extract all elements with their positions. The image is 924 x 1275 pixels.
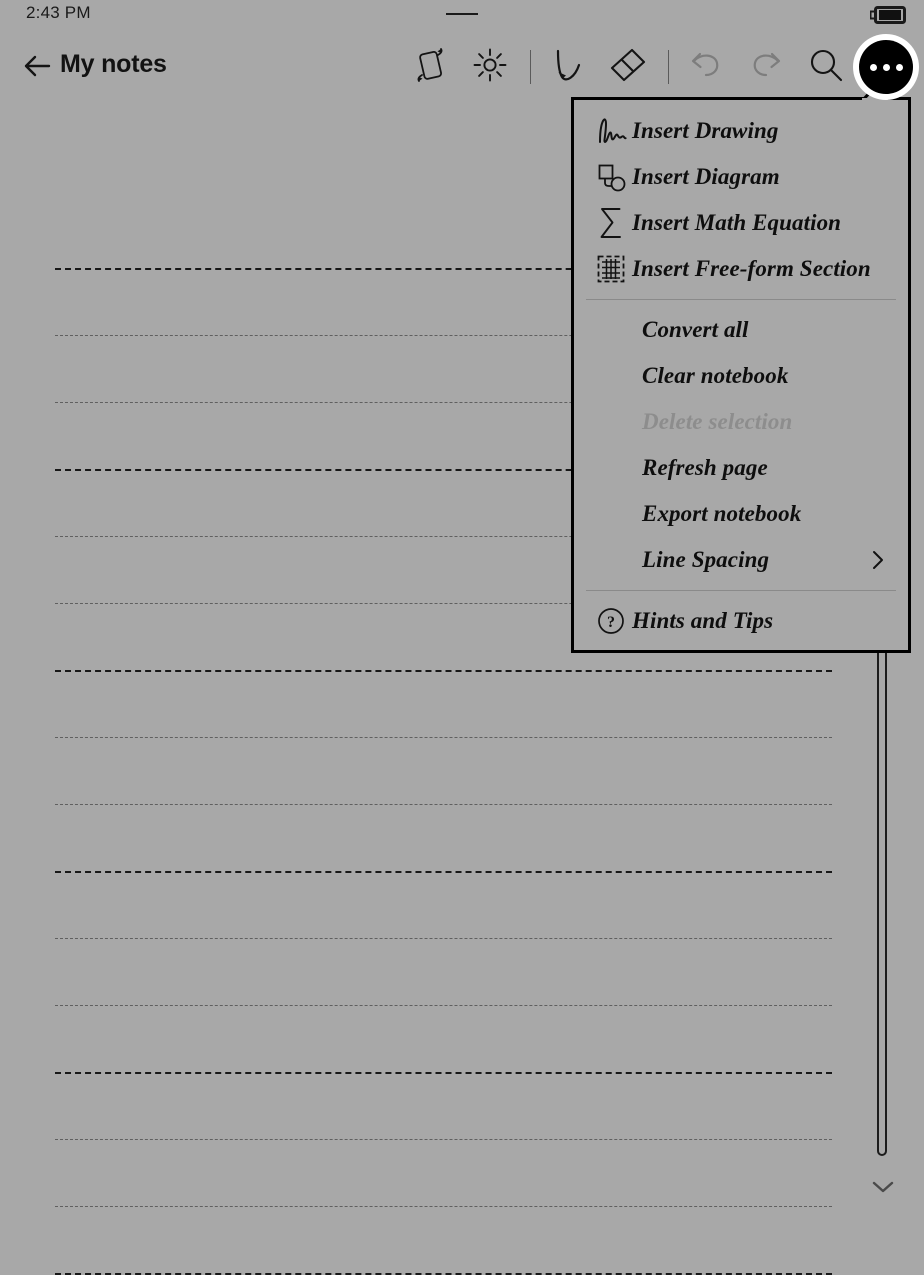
status-bar: 2:43 PM [0, 0, 924, 30]
menu-item-label: Convert all [642, 317, 749, 342]
notebook-rule-line [55, 938, 832, 939]
rotate-screen-icon [413, 46, 447, 89]
menu-item-export-notebook[interactable]: Export notebook [574, 491, 908, 537]
back-arrow-icon[interactable] [22, 52, 54, 80]
redo-button[interactable] [743, 44, 789, 90]
brightness-button[interactable] [467, 44, 513, 90]
menu-item-label: Clear notebook [642, 363, 789, 388]
menu-item-refresh-page[interactable]: Refresh page [574, 445, 908, 491]
menu-divider [586, 299, 896, 300]
notebook-rule-line [55, 1005, 832, 1006]
menu-item-label: Refresh page [642, 455, 768, 480]
app-toolbar: My notes [0, 36, 924, 98]
pen-icon [549, 45, 587, 90]
redo-arrow-icon [747, 49, 785, 86]
chevron-right-icon [870, 549, 886, 571]
menu-item-insert-math-equation[interactable]: Insert Math Equation [574, 200, 908, 246]
toolbar-divider-2 [668, 50, 669, 84]
notebook-rule-line [55, 804, 832, 805]
menu-item-convert-all[interactable]: Convert all [574, 307, 908, 353]
menu-item-label: Insert Math Equation [632, 210, 842, 235]
menu-item-label: Insert Drawing [632, 118, 779, 143]
menu-item-clear-notebook[interactable]: Clear notebook [574, 353, 908, 399]
menu-item-label: Hints and Tips [632, 608, 774, 633]
grid-table-icon [590, 252, 632, 286]
eraser-button[interactable] [605, 44, 651, 90]
menu-item-insert-free-form-section[interactable]: Insert Free-form Section [574, 246, 908, 292]
menu-item-insert-drawing[interactable]: Insert Drawing [574, 108, 908, 154]
menu-item-label: Delete selection [642, 409, 793, 434]
question-circle-icon: ? [590, 604, 632, 638]
undo-button[interactable] [683, 44, 729, 90]
sigma-icon [590, 206, 632, 240]
vertical-scrollbar[interactable] [877, 640, 887, 1156]
rotate-screen-button[interactable] [407, 44, 453, 90]
pen-button[interactable] [545, 44, 591, 90]
chevron-down-icon[interactable] [870, 1178, 896, 1196]
notebook-rule-line [55, 737, 832, 738]
menu-item-insert-diagram[interactable]: Insert Diagram [574, 154, 908, 200]
dash-indicator-icon [446, 13, 478, 15]
menu-item-label: Insert Diagram [632, 164, 780, 189]
undo-arrow-icon [687, 49, 725, 86]
more-dots-icon [859, 40, 913, 94]
notebook-rule-line [55, 1072, 832, 1074]
menu-item-line-spacing[interactable]: Line Spacing [574, 537, 908, 583]
notebook-rule-line [55, 1206, 832, 1207]
search-icon [807, 46, 845, 89]
svg-text:?: ? [607, 614, 615, 631]
menu-divider [586, 590, 896, 591]
menu-item-label: Line Spacing [642, 547, 770, 572]
menu-item-label: Insert Free-form Section [632, 256, 871, 281]
brightness-sun-icon [471, 46, 509, 89]
notebook-rule-line [55, 670, 832, 672]
scribble-icon [590, 114, 632, 148]
search-button[interactable] [803, 44, 849, 90]
notebook-rule-line [55, 871, 832, 873]
eraser-icon [608, 45, 648, 90]
menu-item-delete-selection: Delete selection [574, 399, 908, 445]
page-title: My notes [60, 50, 167, 78]
more-options-button[interactable] [853, 34, 919, 100]
more-options-menu: Insert Drawing Insert Diagram Insert Mat… [571, 85, 911, 653]
notebook-rule-line [55, 1139, 832, 1140]
menu-item-hints-and-tips[interactable]: ? Hints and Tips [574, 598, 908, 644]
toolbar-divider-1 [530, 50, 531, 84]
battery-full-icon [869, 6, 906, 24]
menu-item-label: Export notebook [642, 501, 802, 526]
status-clock: 2:43 PM [26, 3, 91, 22]
shapes-diagram-icon [590, 160, 632, 194]
